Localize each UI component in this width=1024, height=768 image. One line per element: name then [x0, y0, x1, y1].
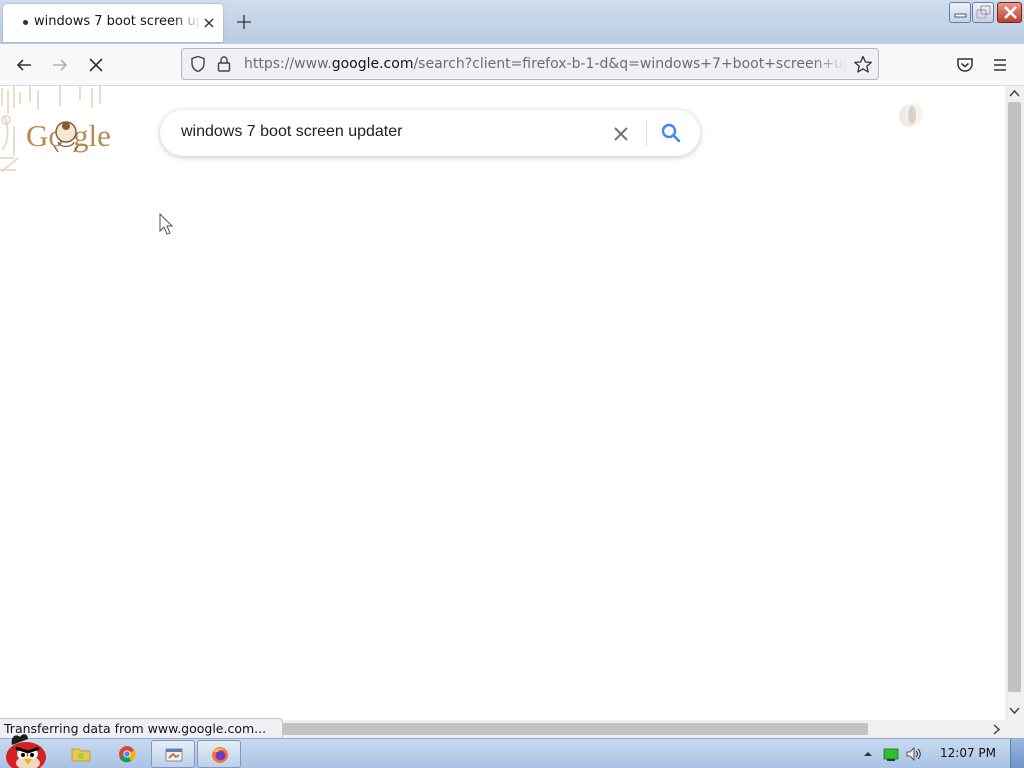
close-window-button[interactable] [997, 2, 1022, 23]
svg-text:gle: gle [73, 118, 111, 153]
hamburger-menu-icon[interactable] [990, 55, 1010, 75]
tab-strip: windows 7 boot screen updater [0, 0, 1024, 44]
search-input[interactable]: windows 7 boot screen updater [181, 123, 402, 141]
scroll-up-icon[interactable] [1009, 89, 1020, 98]
taskbar: 12:07 PM [0, 734, 1024, 768]
restore-icon [976, 5, 991, 19]
pocket-icon[interactable] [955, 55, 975, 75]
screen: windows 7 boot screen updater [0, 0, 1024, 768]
chrome-icon [119, 746, 136, 763]
browser-tab-active[interactable]: windows 7 boot screen updater [3, 4, 223, 42]
vertical-scroll-thumb[interactable] [1008, 102, 1021, 692]
system-clock[interactable]: 12:07 PM [940, 746, 996, 760]
taskbar-app-window[interactable] [151, 740, 195, 768]
forward-arrow-icon[interactable] [50, 55, 70, 75]
url-text[interactable]: https://www.google.com/search?client=fir… [244, 56, 848, 76]
back-arrow-icon[interactable] [14, 55, 34, 75]
url-host: google.com [331, 56, 414, 72]
address-bar[interactable]: https://www.google.com/search?client=fir… [181, 48, 879, 80]
taskbar-firefox[interactable] [197, 740, 241, 768]
close-icon [1004, 6, 1017, 19]
firefox-icon [212, 747, 228, 763]
mouse-cursor-icon [159, 213, 174, 235]
navigation-toolbar: https://www.google.com/search?client=fir… [0, 44, 1024, 86]
volume-icon[interactable] [906, 747, 922, 761]
web-page: Go gle windows 7 boot screen updater [0, 86, 1005, 720]
scroll-right-icon[interactable] [992, 724, 1001, 735]
show-desktop-button[interactable] [1010, 739, 1024, 768]
close-icon[interactable] [611, 124, 631, 144]
account-avatar[interactable] [895, 100, 929, 130]
angry-bird-start-icon[interactable] [2, 731, 50, 768]
minimize-icon [954, 13, 967, 18]
tab-loading-indicator [23, 20, 28, 25]
shield-icon[interactable] [189, 55, 207, 73]
horizontal-scroll-thumb[interactable] [262, 723, 868, 735]
search-box[interactable]: windows 7 boot screen updater [160, 110, 700, 156]
close-icon[interactable] [202, 16, 216, 30]
app-window-icon [165, 748, 183, 762]
stop-loading-icon[interactable] [86, 55, 106, 75]
power-icon[interactable] [883, 747, 899, 761]
star-icon[interactable] [853, 55, 873, 74]
vertical-scrollbar[interactable] [1005, 86, 1024, 720]
taskbar-chrome[interactable] [105, 740, 149, 768]
scroll-down-icon[interactable] [1009, 706, 1020, 715]
url-path: /search?client=firefox-b-1-d&q=windows+7… [413, 56, 848, 72]
taskbar-file-explorer[interactable] [59, 740, 103, 768]
show-hidden-icons-icon[interactable] [860, 747, 876, 761]
lock-icon[interactable] [216, 55, 232, 73]
plus-icon[interactable] [235, 13, 253, 31]
magnifier-icon[interactable] [660, 122, 682, 144]
search-divider [646, 120, 647, 146]
folder-icon [71, 748, 91, 762]
minimize-button[interactable] [949, 2, 971, 23]
restore-button[interactable] [972, 2, 994, 23]
google-doodle-logo[interactable]: Go gle [0, 86, 130, 176]
